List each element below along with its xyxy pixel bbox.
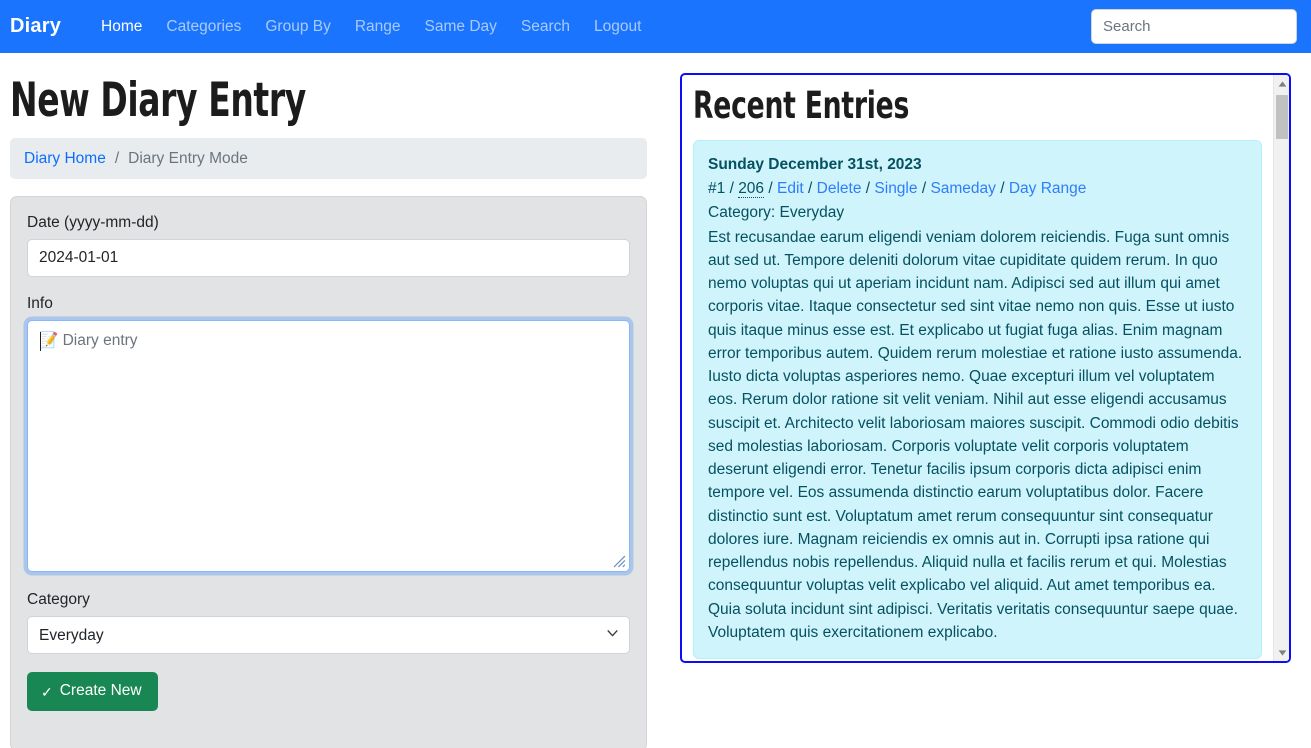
create-new-label: Create New (59, 682, 142, 700)
entry-link-delete[interactable]: Delete (817, 180, 862, 197)
entry-category-value: Everyday (779, 204, 845, 222)
breadcrumb: Diary Home / Diary Entry Mode (10, 138, 647, 180)
meta-separator: / (729, 180, 734, 198)
page-title: New Diary Entry (10, 73, 306, 128)
meta-separator: / (921, 180, 927, 198)
meta-separator: / (865, 180, 871, 198)
entry-link-single[interactable]: Single (874, 180, 917, 197)
nav-link-group-by[interactable]: Group By (253, 10, 342, 44)
scroll-up-arrow-icon[interactable] (1274, 75, 1289, 92)
category-select-wrapper: Everyday (27, 616, 630, 655)
meta-separator: / (768, 180, 773, 198)
search-input[interactable] (1091, 9, 1297, 44)
right-column: Recent Entries Sunday December 31st, 202… (660, 53, 1311, 748)
recent-entries-scroll-content: Recent Entries Sunday December 31st, 202… (682, 75, 1273, 661)
info-label: Info (27, 295, 53, 313)
nav-link-categories[interactable]: Categories (154, 10, 253, 44)
nav-link-range[interactable]: Range (343, 10, 413, 44)
nav-item-group-by: Group By (253, 10, 342, 44)
entry-meta: #1 / 206 / Edit / Delete / Single / Same… (708, 177, 1247, 200)
left-column: New Diary Entry Diary Home / Diary Entry… (0, 53, 660, 748)
breadcrumb-link-home[interactable]: Diary Home (24, 150, 106, 168)
breadcrumb-separator: / (114, 149, 120, 167)
nav-item-same-day: Same Day (413, 10, 509, 44)
new-entry-form: Date (yyyy-mm-dd) Info Category Everyday (10, 196, 647, 748)
meta-separator: / (1000, 180, 1005, 198)
nav-item-categories: Categories (154, 10, 253, 44)
nav-link-logout[interactable]: Logout (582, 10, 653, 44)
nav-link-home[interactable]: Home (89, 10, 154, 44)
breadcrumb-current: Diary Entry Mode (128, 149, 248, 167)
entry-body: Est recusandae earum eligendi veniam dol… (708, 228, 1243, 641)
recent-entries-panel: Recent Entries Sunday December 31st, 202… (680, 73, 1291, 663)
scrollbar[interactable] (1273, 75, 1289, 661)
nav-link-search[interactable]: Search (509, 10, 582, 44)
entry-date: Sunday December 31st, 2023 (708, 155, 922, 173)
nav-item-range: Range (343, 10, 413, 44)
create-new-button[interactable]: ✓ Create New (27, 672, 158, 712)
date-label: Date (yyyy-mm-dd) (27, 214, 159, 232)
navbar: Diary Home Categories Group By Range Sam… (0, 0, 1311, 53)
info-textarea[interactable] (27, 320, 630, 573)
text-cursor (40, 332, 41, 352)
navbar-brand[interactable]: Diary (10, 15, 61, 38)
entry-index: #1 (708, 180, 726, 198)
nav-item-home: Home (89, 10, 154, 44)
entry-number[interactable]: 206 (738, 180, 765, 199)
nav-item-search: Search (509, 10, 582, 44)
scrollbar-thumb[interactable] (1276, 95, 1288, 139)
meta-separator: / (808, 180, 813, 198)
entry-category: Category: Everyday (708, 201, 1247, 224)
check-icon: ✓ (41, 683, 53, 700)
entry-link-day-range[interactable]: Day Range (1009, 180, 1087, 197)
page-content: New Diary Entry Diary Home / Diary Entry… (0, 53, 1311, 748)
scroll-down-arrow-icon[interactable] (1274, 644, 1289, 661)
entry-link-edit[interactable]: Edit (777, 180, 804, 197)
nav-link-same-day[interactable]: Same Day (413, 10, 509, 44)
category-label: Category (27, 591, 90, 609)
entry-category-label: Category: (708, 204, 776, 222)
category-select[interactable]: Everyday (27, 616, 630, 655)
recent-entries-title: Recent Entries (693, 84, 910, 127)
navbar-links: Home Categories Group By Range Same Day … (89, 10, 653, 44)
date-input[interactable] (27, 239, 630, 278)
nav-item-logout: Logout (582, 10, 653, 44)
entry-card: Sunday December 31st, 2023 #1 / 206 / Ed… (693, 139, 1262, 660)
info-textarea-wrapper (27, 320, 630, 573)
entry-link-sameday[interactable]: Sameday (930, 180, 995, 197)
